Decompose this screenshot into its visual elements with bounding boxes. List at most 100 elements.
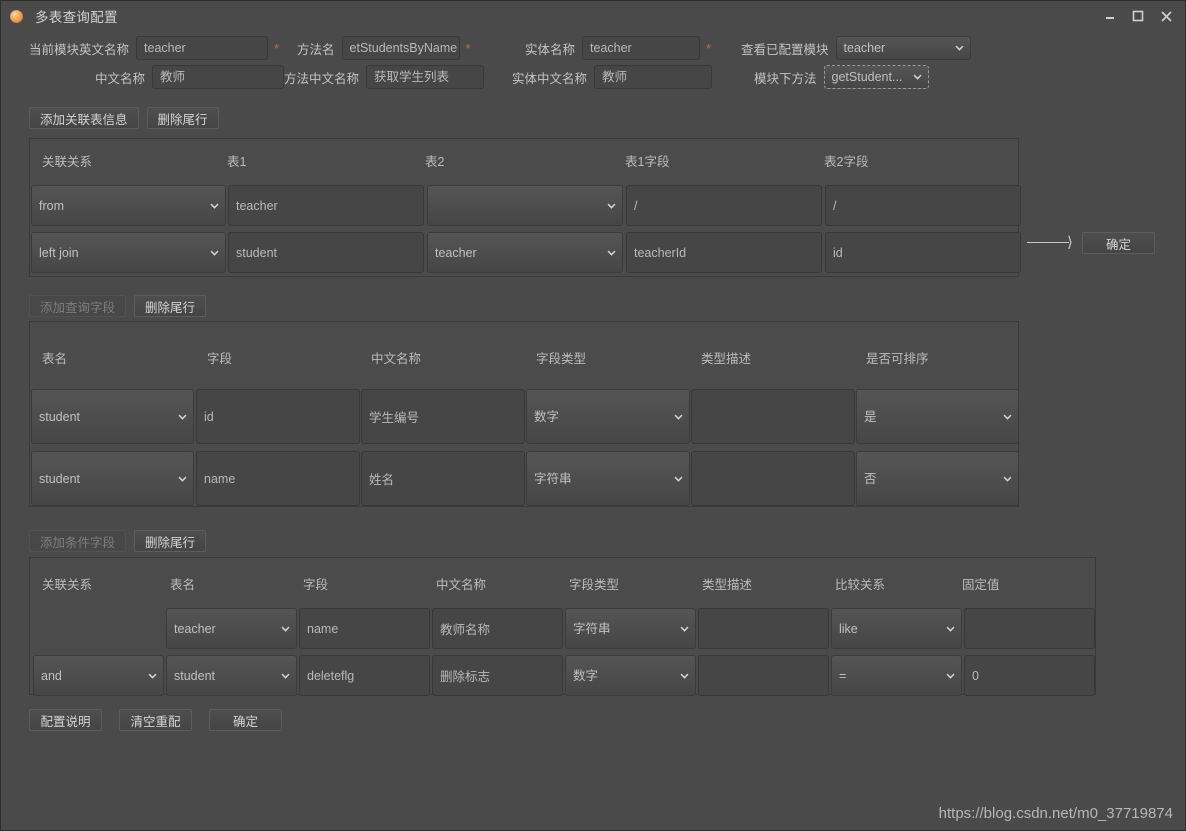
module-method-select[interactable]: getStudent... [823, 65, 929, 89]
table2-field-input[interactable]: id [825, 232, 1021, 273]
query-field-input[interactable]: id [196, 389, 360, 444]
module-cn-name-input[interactable]: 教师 [152, 65, 285, 89]
col-header-cn-name: 中文名称 [371, 352, 422, 366]
condition-field-type-select[interactable]: 字符串 [565, 608, 696, 649]
query-type-desc-input[interactable] [691, 389, 855, 444]
condition-compare-select[interactable]: like [831, 608, 962, 649]
select-value: teacher [174, 621, 216, 636]
condition-fixed-value-cell: 0 [964, 655, 1095, 696]
method-cn-name-input[interactable]: 获取学生列表 [366, 65, 485, 89]
col-header-field: 字段 [303, 578, 329, 592]
condition-field-input[interactable]: deleteflg [299, 655, 430, 696]
query-sortable-cell: 否 [856, 451, 1019, 506]
select-value: = [839, 668, 847, 683]
maximize-icon[interactable] [1125, 3, 1151, 29]
col-header-table2: 表2 [425, 155, 445, 169]
field-label: 实体名称 [525, 42, 576, 57]
chevron-down-icon [680, 673, 689, 679]
close-icon[interactable] [1153, 3, 1179, 29]
configured-module-select[interactable]: teacher [835, 36, 971, 60]
query-field-input[interactable]: name [196, 451, 360, 506]
clear-reset-button[interactable]: 清空重配 [119, 709, 192, 731]
condition-cn-name-input[interactable]: 教师名称 [432, 608, 563, 649]
chevron-down-icon [210, 203, 219, 209]
select-value: student [39, 409, 81, 424]
table1-input[interactable]: teacher [228, 185, 424, 226]
table2-select[interactable] [427, 185, 623, 226]
query-cn-name-input[interactable]: 姓名 [361, 451, 525, 506]
query-table-select[interactable]: student [31, 451, 194, 506]
query-field-type-select[interactable]: 字符串 [526, 451, 690, 506]
select-value: 字符串 [573, 621, 611, 636]
condition-cn-name-input[interactable]: 删除标志 [432, 655, 563, 696]
relation-section-buttons: 添加关联表信息 删除尾行 [29, 107, 219, 129]
confirm-button[interactable]: 确定 [209, 709, 282, 731]
table-row: student [31, 451, 194, 506]
relation-select[interactable]: left join [31, 232, 226, 273]
config-help-button[interactable]: 配置说明 [29, 709, 102, 731]
query-cn-name-input[interactable]: 学生编号 [361, 389, 525, 444]
col-header-relation: 关联关系 [42, 578, 93, 592]
query-sortable-select[interactable]: 否 [856, 451, 1019, 506]
col-header-sortable: 是否可排序 [866, 352, 929, 366]
relation-select[interactable]: from [31, 185, 226, 226]
query-table-select[interactable]: student [31, 389, 194, 444]
condition-cn-name-cell: 教师名称 [432, 608, 563, 649]
table-row: student [31, 389, 194, 444]
field-method-cn-name: 方法中文名称 获取学生列表 [284, 65, 485, 89]
col-header-type-desc: 类型描述 [702, 578, 753, 592]
entity-name-input[interactable]: teacher [582, 36, 701, 60]
chevron-down-icon [210, 250, 219, 256]
table1-field-input[interactable]: / [626, 185, 822, 226]
field-label: 方法中文名称 [284, 71, 360, 86]
select-value: 字符串 [534, 471, 572, 486]
condition-table-select[interactable]: student [166, 655, 297, 696]
select-value: student [174, 668, 216, 683]
chevron-down-icon [281, 673, 290, 679]
module-en-name-input[interactable]: teacher [136, 36, 269, 60]
select-value: 否 [864, 471, 877, 486]
minimize-icon[interactable] [1097, 3, 1123, 29]
multi-table-query-config-window: 多表查询配置 当前模块英文名称 teacher * 方法名 etStudents… [0, 0, 1186, 831]
chevron-down-icon [1003, 414, 1012, 420]
footer-buttons: 配置说明 清空重配 确定 [29, 709, 282, 731]
condition-compare-cell: = [831, 655, 962, 696]
condition-compare-select[interactable]: = [831, 655, 962, 696]
select-value: teacher [435, 245, 477, 260]
col-header-table-name: 表名 [42, 352, 68, 366]
add-relation-button[interactable]: 添加关联表信息 [29, 107, 139, 129]
header-form: 当前模块英文名称 teacher * 方法名 etStudentsByName … [1, 33, 1185, 91]
condition-relation-select[interactable]: and [33, 655, 164, 696]
select-value: 是 [864, 409, 877, 424]
query-field-type-select[interactable]: 数字 [526, 389, 690, 444]
field-label: 模块下方法 [754, 71, 817, 86]
condition-field-input[interactable]: name [299, 608, 430, 649]
query-type-desc-input[interactable] [691, 451, 855, 506]
condition-fixed-value-input[interactable] [964, 608, 1095, 649]
delete-last-query-row-button[interactable]: 删除尾行 [134, 295, 207, 317]
condition-type-desc-input[interactable] [698, 608, 829, 649]
method-name-input[interactable]: etStudentsByName [341, 36, 460, 60]
chevron-down-icon [955, 45, 963, 51]
delete-last-relation-row-button[interactable]: 删除尾行 [146, 107, 219, 129]
query-sortable-select[interactable]: 是 [856, 389, 1019, 444]
query-field-type-cell: 字符串 [526, 451, 690, 506]
entity-cn-name-input[interactable]: 教师 [594, 65, 713, 89]
condition-type-desc-input[interactable] [698, 655, 829, 696]
add-query-field-button[interactable]: 添加查询字段 [29, 295, 127, 317]
query-field-cell: name [196, 451, 360, 506]
condition-table-select[interactable]: teacher [166, 608, 297, 649]
table2-select[interactable]: teacher [427, 232, 623, 273]
table2-field-input[interactable]: / [825, 185, 1021, 226]
delete-last-condition-row-button[interactable]: 删除尾行 [134, 530, 207, 552]
relation-confirm-button[interactable]: 确定 [1082, 232, 1155, 254]
condition-fixed-value-input[interactable]: 0 [964, 655, 1095, 696]
condition-table-cell: student [166, 655, 297, 696]
arrow-head: ⟩ [1067, 234, 1073, 251]
chevron-down-icon [680, 626, 689, 632]
add-condition-field-button[interactable]: 添加条件字段 [29, 530, 127, 552]
table1-field-input[interactable]: teacherId [626, 232, 822, 273]
condition-field-type-select[interactable]: 数字 [565, 655, 696, 696]
table1-input[interactable]: student [228, 232, 424, 273]
query-type-desc-cell [691, 389, 855, 444]
